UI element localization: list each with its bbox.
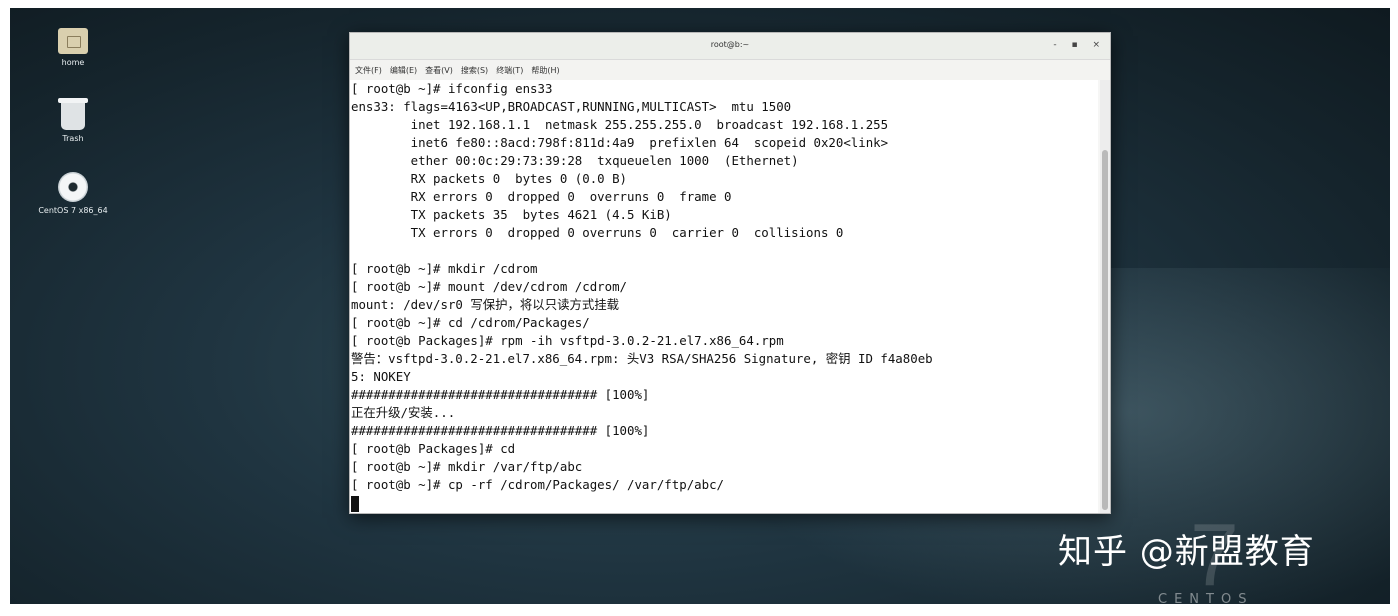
centos-brand-word: CENTOS [1158,592,1254,604]
menu-edit[interactable]: 编辑(E) [390,65,417,76]
desktop-icon-home[interactable]: home [28,28,118,67]
terminal-line: [ root@b Packages]# rpm -ih vsftpd-3.0.2… [351,333,784,348]
terminal-line: ether 00:0c:29:73:39:28 txqueuelen 1000 … [351,153,799,168]
terminal-line: [ root@b ~]# ifconfig ens33 [351,81,553,96]
menu-help[interactable]: 帮助(H) [531,65,559,76]
terminal-line: 正在升级/安装... [351,405,456,420]
folder-home-icon [58,28,88,54]
zhihu-watermark: 知乎 @新盟教育 [1058,532,1315,572]
terminal-line: ens33: flags=4163<UP,BROADCAST,RUNNING,M… [351,99,792,114]
maximize-button[interactable]: ▪ [1071,40,1077,50]
window-titlebar[interactable]: root@b:~ - ▪ × [350,33,1110,60]
terminal-line: [ root@b Packages]# cd [351,441,516,456]
terminal-line: ################################# [100%] [351,423,650,438]
terminal-line: 5: NOKEY [351,369,411,384]
text-cursor [351,495,359,512]
terminal-line: [ root@b ~]# cp -rf /cdrom/Packages/ /va… [351,477,724,492]
desktop-icon-label: home [61,58,85,67]
menu-view[interactable]: 查看(V) [425,65,453,76]
menu-file[interactable]: 文件(F) [355,65,382,76]
menu-terminal[interactable]: 终端(T) [496,65,523,76]
terminal-scrollbar[interactable] [1100,80,1110,513]
close-button[interactable]: × [1092,40,1100,50]
terminal-line: [ root@b ~]# cd /cdrom/Packages/ [351,315,590,330]
scrollbar-thumb[interactable] [1102,150,1108,510]
terminal-line: inet 192.168.1.1 netmask 255.255.255.0 b… [351,117,889,132]
desktop-icon-centos-disc[interactable]: CentOS 7 x86_64 [28,172,118,215]
optical-disc-icon [58,172,88,202]
menu-bar: 文件(F) 编辑(E) 查看(V) 搜索(S) 终端(T) 帮助(H) [350,60,1110,80]
terminal-line: TX errors 0 dropped 0 overruns 0 carrier… [351,225,844,240]
terminal-line: 警告：vsftpd-3.0.2-21.el7.x86_64.rpm: 头V3 R… [351,351,933,366]
desktop-icon-label: Trash [62,134,84,143]
menu-search[interactable]: 搜索(S) [461,65,488,76]
minimize-button[interactable]: - [1053,40,1056,50]
terminal-line: [ root@b ~]# mount /dev/cdrom /cdrom/ [351,279,628,294]
terminal-line: inet6 fe80::8acd:798f:811d:4a9 prefixlen… [351,135,889,150]
window-title: root@b:~ [710,40,750,49]
terminal-line: RX packets 0 bytes 0 (0.0 B) [351,171,628,186]
terminal-line: mount: /dev/sr0 写保护，将以只读方式挂载 [351,297,620,312]
terminal-line: ################################# [100%] [351,387,650,402]
terminal-line: RX errors 0 dropped 0 overruns 0 frame 0 [351,189,732,204]
terminal-line: [ root@b ~]# mkdir /cdrom [351,261,538,276]
terminal-prompt-line[interactable] [350,494,1098,512]
desktop-icon-label: CentOS 7 x86_64 [38,206,108,215]
desktop-icon-trash[interactable]: Trash [28,98,118,143]
terminal-window[interactable]: root@b:~ - ▪ × 文件(F) 编辑(E) 查看(V) 搜索(S) 终… [349,32,1111,514]
terminal-output[interactable]: [ root@b ~]# ifconfig ens33 ens33: flags… [350,80,1098,513]
trash-icon [58,98,88,130]
terminal-line: [ root@b ~]# mkdir /var/ftp/abc [351,459,583,474]
terminal-line: TX packets 35 bytes 4621 (4.5 KiB) [351,207,672,222]
